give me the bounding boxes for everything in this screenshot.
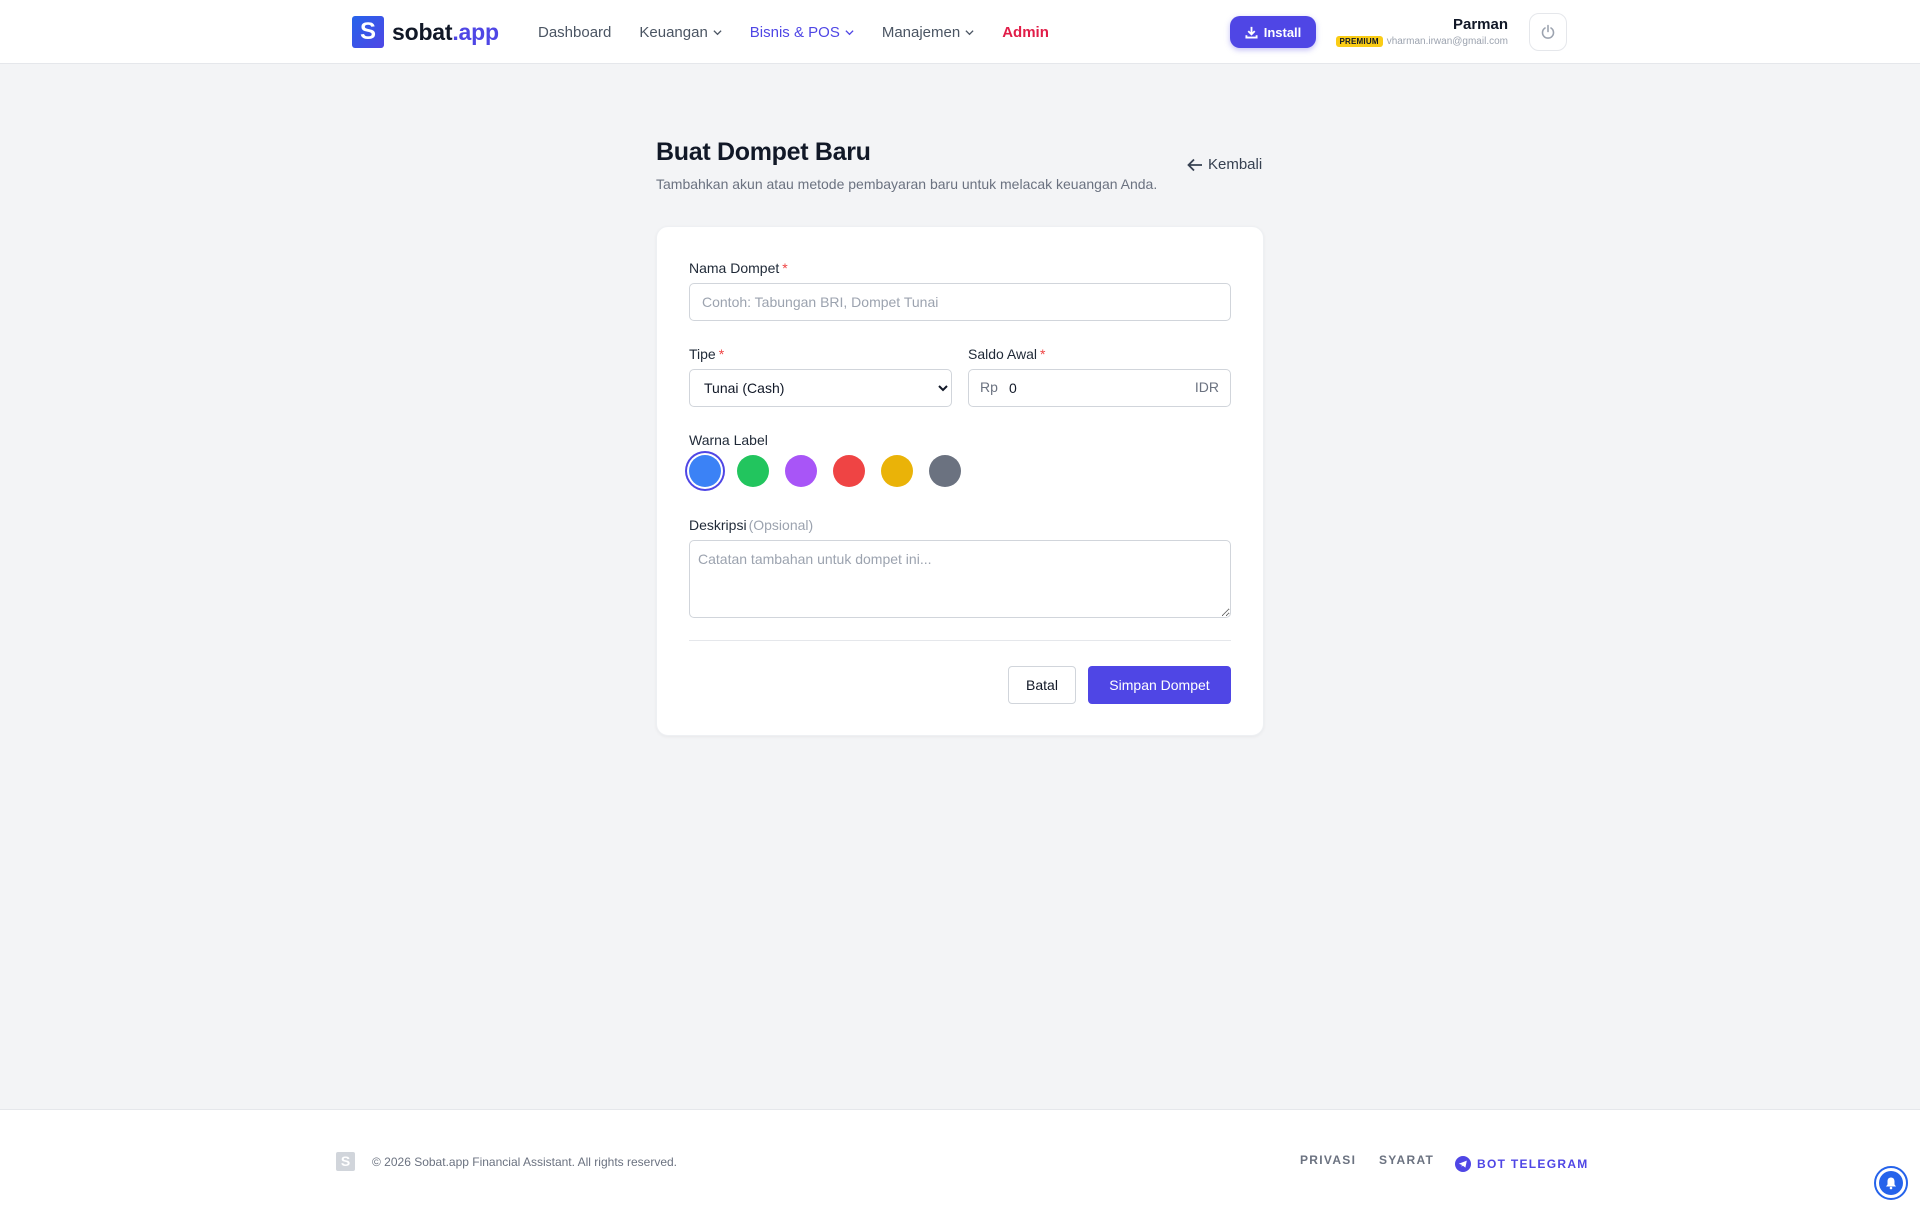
initial-balance-label: Saldo Awal *: [968, 346, 1045, 362]
page-title: Buat Dompet Baru: [656, 138, 871, 166]
footer-terms-link[interactable]: SYARAT: [1379, 1153, 1434, 1167]
user-email: vharman.irwan@gmail.com: [1386, 36, 1508, 47]
wallet-name-label: Nama Dompet *: [689, 260, 788, 276]
telegram-icon: [1455, 1156, 1471, 1172]
back-link[interactable]: Kembali: [1187, 156, 1262, 173]
nav-manajemen[interactable]: Manajemen: [882, 24, 974, 41]
logo-suffix: .app: [452, 18, 499, 45]
install-label: Install: [1263, 24, 1302, 40]
currency-prefix: Rp: [980, 379, 998, 395]
wallet-type-label: Tipe *: [689, 346, 724, 362]
chevron-down-icon: [845, 29, 854, 35]
user-meta: PREMIUM vharman.irwan@gmail.com: [1335, 36, 1508, 47]
chevron-down-icon: [965, 29, 974, 35]
back-label: Kembali: [1208, 156, 1263, 173]
color-swatch-gray[interactable]: [929, 455, 961, 487]
download-icon: [1245, 26, 1258, 39]
nav-admin[interactable]: Admin: [1002, 24, 1049, 41]
footer-telegram-label: BOT TELEGRAM: [1477, 1157, 1589, 1171]
user-name: Parman: [1452, 16, 1508, 33]
optional-hint: (Opsional): [748, 517, 814, 533]
description-label: Deskripsi (Opsional): [689, 517, 813, 533]
user-info: Parman PREMIUM vharman.irwan@gmail.com: [1335, 16, 1508, 47]
notification-fab[interactable]: [1874, 1166, 1908, 1200]
nav-keuangan[interactable]: Keuangan: [639, 23, 722, 41]
footer-privacy-link[interactable]: PRIVASI: [1300, 1153, 1356, 1167]
install-button[interactable]: Install: [1230, 16, 1316, 48]
brand-logo[interactable]: S sobat.app: [352, 16, 499, 48]
required-mark: *: [782, 260, 788, 276]
cancel-button[interactable]: Batal: [1008, 666, 1076, 704]
nav-dashboard-label: Dashboard: [538, 23, 612, 41]
nav-bisnis-pos[interactable]: Bisnis & POS: [750, 24, 854, 41]
save-wallet-button[interactable]: Simpan Dompet: [1088, 666, 1231, 704]
color-label: Warna Label: [689, 432, 768, 448]
form-divider: [689, 640, 1231, 641]
premium-badge: PREMIUM: [1335, 36, 1383, 47]
description-label-text: Deskripsi: [689, 517, 747, 533]
required-mark: *: [718, 346, 725, 362]
initial-balance-label-text: Saldo Awal: [968, 346, 1038, 362]
required-mark: *: [1040, 346, 1046, 362]
nav-manajemen-label: Manajemen: [881, 23, 961, 41]
footer-copyright: © 2026 Sobat.app Financial Assistant. Al…: [372, 1155, 678, 1169]
chevron-down-icon: [713, 29, 722, 35]
nav-bisnis-pos-label: Bisnis & POS: [749, 23, 840, 41]
logo-name: sobat: [392, 18, 453, 45]
color-swatch-purple[interactable]: [785, 455, 817, 487]
nav-keuangan-label: Keuangan: [639, 23, 708, 41]
wallet-type-label-text: Tipe: [689, 346, 716, 362]
footer-telegram-link[interactable]: BOT TELEGRAM: [1455, 1156, 1589, 1172]
initial-balance-field: Rp IDR: [968, 369, 1231, 407]
page-footer: S © 2026 Sobat.app Financial Assistant. …: [0, 1109, 1920, 1213]
wallet-type-select[interactable]: Tunai (Cash): [689, 369, 952, 407]
logo-wordmark: sobat.app: [392, 19, 499, 46]
logout-button[interactable]: [1529, 13, 1567, 51]
description-textarea[interactable]: [689, 540, 1231, 618]
wallet-name-input[interactable]: [689, 283, 1231, 321]
arrow-left-icon: [1187, 158, 1202, 171]
color-swatch-group: [689, 455, 977, 487]
color-swatch-green[interactable]: [737, 455, 769, 487]
logo-mark: S: [352, 16, 384, 48]
color-swatch-blue[interactable]: [689, 455, 721, 487]
color-swatch-yellow[interactable]: [881, 455, 913, 487]
wallet-form-card: Nama Dompet* Tipe* Tunai (Cash) Saldo Aw…: [656, 226, 1264, 736]
power-icon: [1541, 24, 1555, 39]
initial-balance-input[interactable]: [968, 369, 1231, 407]
top-navbar: S sobat.app Dashboard Keuangan Bisnis & …: [0, 0, 1920, 64]
currency-suffix: IDR: [1194, 379, 1219, 395]
nav-dashboard[interactable]: Dashboard: [538, 24, 611, 41]
footer-logo: S: [336, 1152, 355, 1171]
main-nav: Dashboard Keuangan Bisnis & POS Manajeme…: [538, 0, 1077, 64]
nav-admin-label: Admin: [1002, 23, 1049, 41]
bell-icon: [1879, 1171, 1903, 1195]
wallet-name-label-text: Nama Dompet: [689, 260, 780, 276]
color-swatch-red[interactable]: [833, 455, 865, 487]
page-subtitle: Tambahkan akun atau metode pembayaran ba…: [656, 176, 1158, 192]
